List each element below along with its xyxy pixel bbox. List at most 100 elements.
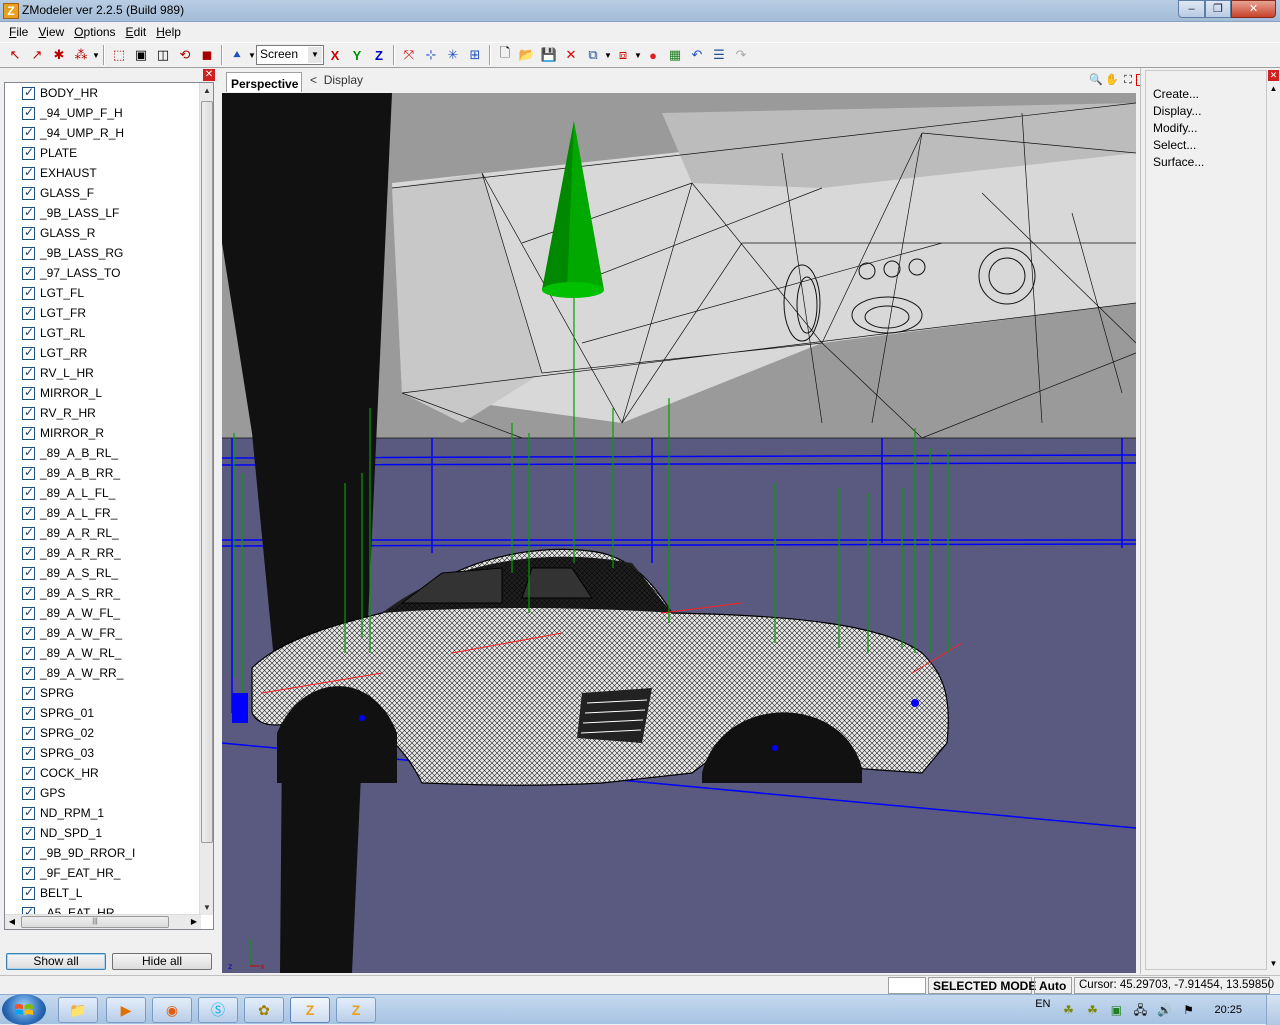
list-item[interactable]: GLASS_R (5, 223, 201, 243)
list-item[interactable]: _89_A_R_RR_ (5, 543, 201, 563)
close-icon[interactable]: ✕ (1268, 70, 1279, 81)
open-folder-icon[interactable]: 📂 (516, 44, 538, 66)
status-mode[interactable]: SELECTED MODE (928, 977, 1036, 994)
visibility-checkbox[interactable] (22, 845, 35, 860)
redo-icon[interactable]: ↷ (730, 44, 752, 66)
visibility-checkbox[interactable] (22, 365, 35, 380)
chevron-down-icon[interactable]: ▼ (248, 51, 256, 60)
show-all-button[interactable]: Show all (6, 953, 106, 970)
list-item[interactable]: ND_SPD_1 (5, 823, 201, 843)
scale-grid-icon[interactable]: ⊞ (464, 44, 486, 66)
taskbar-bug-app-icon[interactable]: ✿ (244, 997, 284, 1023)
cube-solid-icon[interactable]: ◼ (196, 44, 218, 66)
list-item[interactable]: _94_UMP_R_H (5, 123, 201, 143)
list-item[interactable]: SPRG (5, 683, 201, 703)
list-item[interactable]: _9F_EAT_HR_ (5, 863, 201, 883)
coord-mode-select[interactable]: Screen ▼ (256, 45, 324, 65)
scroll-down-icon[interactable]: ▼ (200, 900, 213, 915)
render-icon[interactable]: ⧈ (612, 44, 634, 66)
scroll-right-icon[interactable]: ▶ (187, 915, 201, 929)
visibility-checkbox[interactable] (22, 805, 35, 820)
scroll-up-icon[interactable]: ▲ (200, 83, 213, 98)
new-file-icon[interactable]: 🗋 (494, 44, 516, 66)
visibility-checkbox[interactable] (22, 885, 35, 900)
visibility-checkbox[interactable] (22, 205, 35, 220)
list-item[interactable]: SPRG_02 (5, 723, 201, 743)
select-group-icon[interactable]: ⁂ (70, 44, 92, 66)
scroll-left-icon[interactable]: ◀ (5, 915, 19, 929)
tray-update-icon[interactable]: ▣ (1108, 1002, 1124, 1018)
tray-app-icon[interactable]: ☘ (1060, 1002, 1076, 1018)
hide-all-button[interactable]: Hide all (112, 953, 212, 970)
pan-hand-icon[interactable]: ✋ (1104, 72, 1120, 88)
list-item[interactable]: _89_A_W_FR_ (5, 623, 201, 643)
cube-wire-icon[interactable]: ▣ (130, 44, 152, 66)
rotate-axes-icon[interactable]: ✳ (442, 44, 464, 66)
visibility-checkbox[interactable] (22, 325, 35, 340)
scroll-thumb[interactable] (201, 101, 213, 843)
select-object-icon[interactable]: ✱ (48, 44, 70, 66)
axis-gizmo-icon[interactable]: ⊹ (420, 44, 442, 66)
undo-icon[interactable]: ↶ (686, 44, 708, 66)
visibility-checkbox[interactable] (22, 565, 35, 580)
menu-options[interactable]: Options (69, 22, 120, 42)
list-item[interactable]: PLATE (5, 143, 201, 163)
status-auto[interactable]: Auto (1034, 977, 1072, 994)
save-icon[interactable]: 💾 (538, 44, 560, 66)
zoom-icon[interactable]: 🔍 (1088, 72, 1104, 88)
breadcrumb-display[interactable]: Display (324, 73, 363, 87)
visibility-checkbox[interactable] (22, 425, 35, 440)
visibility-checkbox[interactable] (22, 725, 35, 740)
visibility-checkbox[interactable] (22, 685, 35, 700)
list-item[interactable]: GLASS_F (5, 183, 201, 203)
list-item[interactable]: SPRG_01 (5, 703, 201, 723)
object-list-hscroll[interactable]: ◀ ||| ▶ (5, 914, 201, 929)
visibility-checkbox[interactable] (22, 185, 35, 200)
axis-y-toggle[interactable]: Y (346, 44, 368, 66)
texture-icon[interactable]: ▦ (664, 44, 686, 66)
visibility-checkbox[interactable] (22, 625, 35, 640)
list-item[interactable]: _89_A_R_RL_ (5, 523, 201, 543)
taskbar-firefox-icon[interactable]: ◉ (152, 997, 192, 1023)
visibility-checkbox[interactable] (22, 745, 35, 760)
select-vertex-icon[interactable]: ↖ (4, 44, 26, 66)
visibility-checkbox[interactable] (22, 485, 35, 500)
visibility-checkbox[interactable] (22, 545, 35, 560)
menu-view[interactable]: View (33, 22, 69, 42)
list-item[interactable]: BELT_L (5, 883, 201, 903)
title-bar[interactable]: Z ZModeler ver 2.2.5 (Build 989) – ❐ ✕ (0, 0, 1280, 22)
visibility-checkbox[interactable] (22, 665, 35, 680)
tab-perspective[interactable]: Perspective (226, 72, 302, 92)
list-item[interactable]: _89_A_B_RL_ (5, 443, 201, 463)
command-item[interactable]: Surface... (1146, 155, 1266, 172)
taskbar-explorer-icon[interactable]: 📁 (58, 997, 98, 1023)
visibility-checkbox[interactable] (22, 605, 35, 620)
visibility-checkbox[interactable] (22, 285, 35, 300)
list-item[interactable]: LGT_RL (5, 323, 201, 343)
command-item[interactable]: Select... (1146, 138, 1266, 155)
visibility-checkbox[interactable] (22, 645, 35, 660)
list-item[interactable]: LGT_RR (5, 343, 201, 363)
axis-x-toggle[interactable]: X (324, 44, 346, 66)
start-button[interactable] (2, 994, 46, 1025)
record-icon[interactable]: ● (642, 44, 664, 66)
delete-icon[interactable]: ✕ (560, 44, 582, 66)
list-item[interactable]: COCK_HR (5, 763, 201, 783)
list-item[interactable]: BODY_HR (5, 83, 201, 103)
menu-edit[interactable]: Edit (121, 22, 152, 42)
list-item[interactable]: _9B_LASS_LF (5, 203, 201, 223)
pivot-icon[interactable]: ⯅ (226, 44, 248, 66)
list-item[interactable]: LGT_FL (5, 283, 201, 303)
visibility-checkbox[interactable] (22, 465, 35, 480)
clock[interactable]: 20:25 (1214, 1004, 1242, 1016)
list-item[interactable]: MIRROR_R (5, 423, 201, 443)
visibility-checkbox[interactable] (22, 145, 35, 160)
maximize-button[interactable]: ❐ (1205, 0, 1231, 18)
visibility-checkbox[interactable] (22, 105, 35, 120)
box-select-icon[interactable]: ⬚ (108, 44, 130, 66)
object-list-vscroll[interactable]: ▲ ▼ (199, 83, 213, 915)
list-item[interactable]: _89_A_B_RR_ (5, 463, 201, 483)
list-item[interactable]: _89_A_W_FL_ (5, 603, 201, 623)
show-desktop-button[interactable] (1266, 995, 1280, 1025)
list-item[interactable]: RV_L_HR (5, 363, 201, 383)
